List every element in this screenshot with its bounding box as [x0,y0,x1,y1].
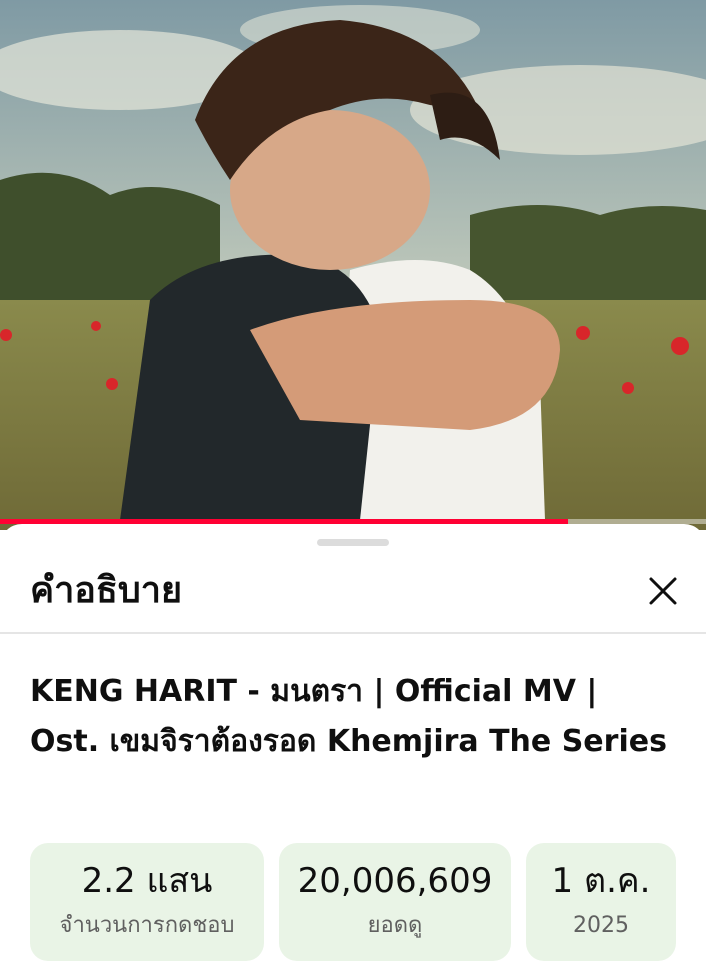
publish-date: 1 ต.ค. [551,861,651,901]
close-icon [649,577,677,605]
close-button[interactable] [640,568,686,614]
date-stat: 1 ต.ค. 2025 [526,843,676,961]
likes-stat: 2.2 แสน จำนวนการกดชอบ [30,843,264,961]
divider [0,632,706,634]
views-count: 20,006,609 [297,861,493,901]
sheet-title: คำอธิบาย [30,570,183,611]
video-title: KENG HARIT - มนตรา | Official MV | Ost. … [30,674,667,759]
video-frame [0,0,706,530]
views-stat: 20,006,609 ยอดดู [279,843,511,961]
description-sheet: คำอธิบาย KENG HARIT - มนตรา | Official M… [0,524,706,978]
publish-year: 2025 [573,913,629,938]
drag-handle[interactable] [317,539,389,546]
likes-count: 2.2 แสน [81,861,213,901]
likes-label: จำนวนการกดชอบ [59,913,235,938]
views-label: ยอดดู [367,913,423,938]
video-player[interactable] [0,0,706,530]
